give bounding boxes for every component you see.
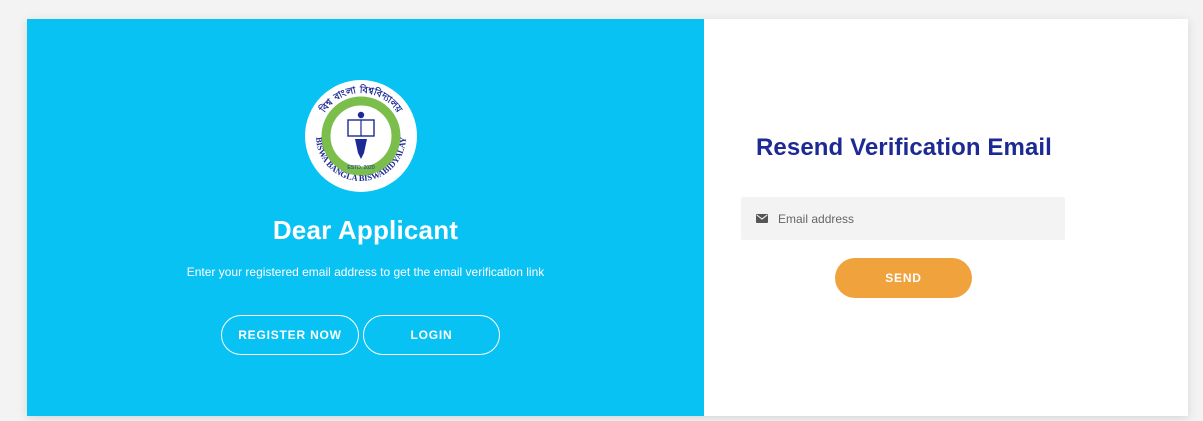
form-panel: Resend Verification Email SEND <box>704 19 1188 416</box>
form-title: Resend Verification Email <box>756 134 1052 161</box>
send-button[interactable]: SEND <box>835 258 972 298</box>
register-now-button[interactable]: REGISTER NOW <box>221 315 359 355</box>
instruction-text: Enter your registered email address to g… <box>186 265 545 279</box>
verification-card: বিশ্ব বাংলা বিশ্ববিদ্যালয় BISWA BANGLA … <box>27 19 1188 416</box>
email-field[interactable] <box>741 197 1065 240</box>
university-logo: বিশ্ব বাংলা বিশ্ববিদ্যালয় BISWA BANGLA … <box>305 80 417 192</box>
envelope-icon <box>756 214 768 223</box>
login-button[interactable]: LOGIN <box>363 315 500 355</box>
page-heading: Dear Applicant <box>272 215 459 245</box>
logo-estd-text: ESTD. 2020 <box>347 165 374 171</box>
email-input[interactable] <box>768 197 1065 240</box>
info-panel: বিশ্ব বাংলা বিশ্ববিদ্যালয় BISWA BANGLA … <box>27 19 704 416</box>
